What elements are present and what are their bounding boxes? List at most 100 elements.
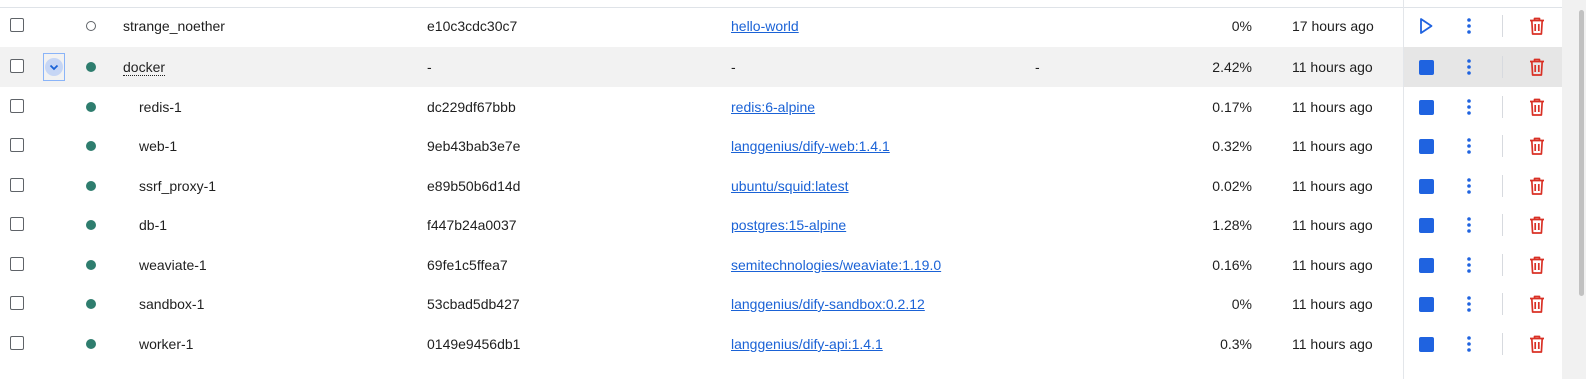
container-id: e10c3cdc30c7 — [427, 18, 518, 34]
image-link[interactable]: langgenius/dify-api:1.4.1 — [731, 336, 883, 352]
row-checkbox[interactable] — [10, 217, 24, 231]
row-checkbox[interactable] — [10, 296, 24, 310]
delete-button[interactable] — [1525, 87, 1549, 127]
cpu-percent: 1.28% — [1212, 217, 1252, 233]
trash-icon — [1530, 58, 1544, 76]
stop-button[interactable] — [1414, 324, 1438, 364]
container-id: e89b50b6d14d — [427, 178, 521, 194]
table-row[interactable]: weaviate-1 69fe1c5ffea7 semitechnologies/w… — [0, 245, 1562, 285]
stop-icon — [1418, 99, 1434, 115]
image-link[interactable]: langgenius/dify-web:1.4.1 — [731, 138, 890, 154]
compose-group-row[interactable]: docker - - - 2.42% 11 hours ago — [0, 47, 1562, 87]
status-indicator-icon — [86, 339, 96, 349]
port: - — [1035, 59, 1040, 75]
last-started: 11 hours ago — [1292, 178, 1373, 194]
row-checkbox[interactable] — [10, 138, 24, 152]
container-name: worker-1 — [139, 336, 194, 352]
image-cell: langgenius/dify-web:1.4.1 — [731, 126, 890, 166]
image-link[interactable]: ubuntu/squid:latest — [731, 178, 849, 194]
container-name: strange_noether — [123, 18, 225, 34]
stop-button[interactable] — [1414, 205, 1438, 245]
expand-toggle[interactable] — [43, 53, 65, 81]
container-name: web-1 — [139, 138, 178, 154]
image-link[interactable]: semitechnologies/weaviate:1.19.0 — [731, 257, 941, 273]
image-link[interactable]: redis:6-alpine — [731, 99, 815, 115]
vertical-scrollbar[interactable] — [1562, 0, 1586, 379]
delete-button[interactable] — [1525, 205, 1549, 245]
more-actions-button[interactable] — [1458, 6, 1480, 46]
cpu-percent: 0.02% — [1212, 178, 1252, 194]
delete-button[interactable] — [1525, 324, 1549, 364]
more-actions-button[interactable] — [1458, 166, 1480, 206]
delete-button[interactable] — [1525, 166, 1549, 206]
table-row[interactable]: sandbox-1 53cbad5db427 langgenius/dify-san… — [0, 284, 1562, 324]
trash-icon — [1530, 216, 1544, 234]
container-id: 9eb43bab3e7e — [427, 138, 521, 154]
more-actions-button[interactable] — [1458, 284, 1480, 324]
table-row[interactable]: strange_noether e10c3cdc30c7 hello-world 0%… — [0, 6, 1562, 46]
row-checkbox[interactable] — [10, 336, 24, 350]
container-name: ssrf_proxy-1 — [139, 178, 217, 194]
last-started: 11 hours ago — [1292, 217, 1373, 233]
row-checkbox[interactable] — [10, 99, 24, 113]
cpu-percent: 0.16% — [1212, 257, 1252, 273]
more-vertical-icon — [1467, 99, 1471, 115]
stop-button[interactable] — [1414, 87, 1438, 127]
actions-separator — [1502, 254, 1503, 276]
table-row[interactable]: worker-1 0149e9456db1 langgenius/dify-api:… — [0, 324, 1562, 364]
stop-icon — [1418, 217, 1434, 233]
cpu-percent: 0.3% — [1220, 336, 1252, 352]
image-cell: ubuntu/squid:latest — [731, 166, 849, 206]
table-row[interactable]: redis-1 dc229df67bbb redis:6-alpine 0.17% 11… — [0, 87, 1562, 127]
image-link[interactable]: hello-world — [731, 18, 799, 34]
image-cell: langgenius/dify-sandbox:0.2.12 — [731, 284, 925, 324]
stop-icon — [1418, 336, 1434, 352]
stop-button[interactable] — [1414, 166, 1438, 206]
image-cell: redis:6-alpine — [731, 87, 815, 127]
stop-button[interactable] — [1414, 284, 1438, 324]
delete-button[interactable] — [1525, 47, 1549, 87]
row-checkbox[interactable] — [10, 18, 24, 32]
table-row[interactable]: web-1 9eb43bab3e7e langgenius/dify-web:1.4… — [0, 126, 1562, 166]
trash-icon — [1530, 17, 1544, 35]
status-indicator-icon — [86, 62, 96, 72]
status-indicator-icon — [86, 299, 96, 309]
image-link[interactable]: langgenius/dify-sandbox:0.2.12 — [731, 296, 925, 312]
table-row[interactable]: db-1 f447b24a0037 postgres:15-alpine 1.28% 1… — [0, 205, 1562, 245]
actions-column-divider — [1403, 0, 1404, 379]
trash-icon — [1530, 256, 1544, 274]
delete-button[interactable] — [1525, 6, 1549, 46]
actions-separator — [1502, 175, 1503, 197]
table-row[interactable]: ssrf_proxy-1 e89b50b6d14d ubuntu/squid:lat… — [0, 166, 1562, 206]
more-actions-button[interactable] — [1458, 47, 1480, 87]
actions-separator — [1502, 135, 1503, 157]
start-button[interactable] — [1414, 6, 1438, 46]
scrollbar-thumb[interactable] — [1579, 10, 1584, 296]
row-checkbox[interactable] — [10, 257, 24, 271]
container-id: f447b24a0037 — [427, 217, 517, 233]
row-checkbox[interactable] — [10, 178, 24, 192]
image-link[interactable]: postgres:15-alpine — [731, 217, 846, 233]
row-checkbox[interactable] — [10, 59, 24, 73]
stop-button[interactable] — [1414, 47, 1438, 87]
more-actions-button[interactable] — [1458, 324, 1480, 364]
last-started: 11 hours ago — [1292, 59, 1373, 75]
trash-icon — [1530, 137, 1544, 155]
delete-button[interactable] — [1525, 126, 1549, 166]
container-name[interactable]: docker — [123, 47, 166, 87]
more-actions-button[interactable] — [1458, 205, 1480, 245]
more-actions-button[interactable] — [1458, 245, 1480, 285]
trash-icon — [1530, 335, 1544, 353]
delete-button[interactable] — [1525, 245, 1549, 285]
delete-button[interactable] — [1525, 284, 1549, 324]
more-actions-button[interactable] — [1458, 126, 1480, 166]
more-vertical-icon — [1467, 257, 1471, 273]
stop-icon — [1418, 178, 1434, 194]
stop-button[interactable] — [1414, 245, 1438, 285]
stop-icon — [1418, 59, 1434, 75]
container-id: dc229df67bbb — [427, 99, 516, 115]
more-actions-button[interactable] — [1458, 87, 1480, 127]
trash-icon — [1530, 295, 1544, 313]
container-name: weaviate-1 — [139, 257, 207, 273]
stop-button[interactable] — [1414, 126, 1438, 166]
